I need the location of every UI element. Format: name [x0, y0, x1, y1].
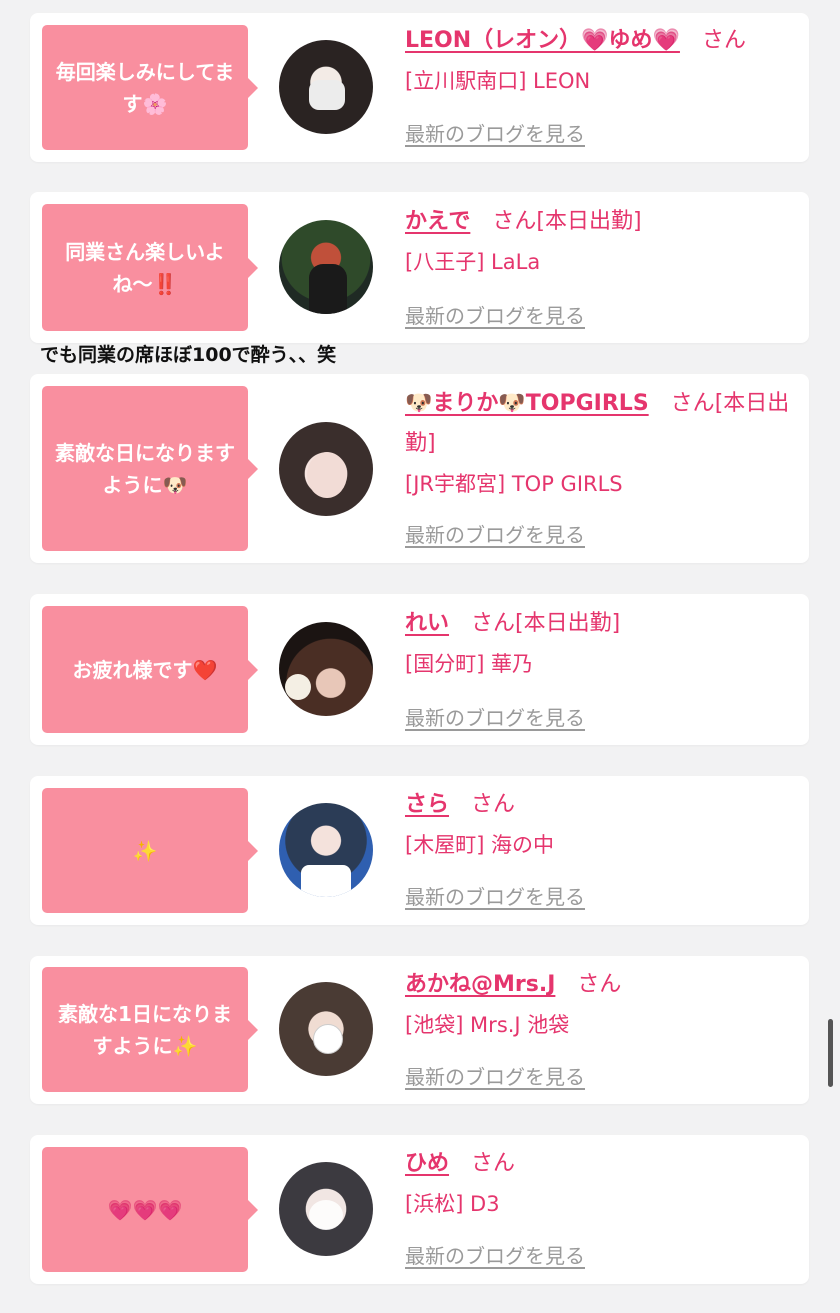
message-text: 💗💗💗 [107, 1197, 183, 1222]
avatar-flowers [285, 674, 311, 700]
entry-info: れい さん[本日出勤] [国分町] 華乃 最新のブログを見る [405, 604, 799, 739]
message-bubble: 同業さん楽しいよね〜‼️ [42, 204, 258, 331]
shop-label: [立川駅南口] LEON [405, 69, 591, 93]
message-card: 毎回楽しみにしてます🌸 LEON（レオン）💗ゆめ💗 さん [立川駅南口] LEON… [30, 13, 809, 162]
message-bubble: 毎回楽しみにしてます🌸 [42, 25, 258, 150]
latest-blog-link[interactable]: 最新のブログを見る [405, 1061, 585, 1090]
girl-name-link[interactable]: LEON（レオン）💗ゆめ💗 [405, 28, 680, 53]
latest-blog-link[interactable]: 最新のブログを見る [405, 519, 585, 548]
avatar-sticker [313, 1024, 343, 1054]
name-line: ひめ さん [405, 1144, 799, 1184]
avatar[interactable] [279, 422, 373, 516]
avatar[interactable] [279, 1162, 373, 1256]
entry-info: さら さん [木屋町] 海の中 最新のブログを見る [405, 785, 799, 920]
name-suffix: さん [701, 28, 746, 53]
avatar[interactable] [279, 40, 373, 134]
status-badge: [本日出勤] [515, 611, 621, 636]
name-line: れい さん[本日出勤] [405, 604, 799, 644]
message-bubble: 素敵な1日になりますように✨ [42, 967, 258, 1092]
name-suffix: さん [492, 209, 537, 234]
shop-label: [JR宇都宮] TOP GIRLS [405, 472, 623, 496]
name-suffix: さん [471, 1151, 516, 1176]
shop-label: [国分町] 華乃 [405, 652, 534, 676]
name-line: かえで さん[本日出勤] [405, 202, 799, 242]
entry-info: かえで さん[本日出勤] [八王子] LaLa 最新のブログを見る [405, 202, 799, 337]
avatar-figure [309, 264, 347, 314]
shop-label: [木屋町] 海の中 [405, 833, 555, 857]
entry-info: 🐶まりか🐶TOPGIRLS さん[本日出勤] [JR宇都宮] TOP GIRLS … [405, 384, 799, 554]
message-card: 素敵な1日になりますように✨ あかね@Mrs.J さん [池袋] Mrs.J 池袋… [30, 956, 809, 1104]
avatar[interactable] [279, 220, 373, 314]
message-bubble: 素敵な日になりますように🐶 [42, 386, 258, 551]
latest-blog-link[interactable]: 最新のブログを見る [405, 118, 585, 147]
shop-label: [池袋] Mrs.J 池袋 [405, 1013, 570, 1037]
message-card: お疲れ様です❤️ れい さん[本日出勤] [国分町] 華乃 最新のブログを見る [30, 594, 809, 745]
girl-name-link[interactable]: さら [405, 792, 449, 817]
girl-name-link[interactable]: 🐶まりか🐶TOPGIRLS [405, 391, 649, 416]
girl-name-link[interactable]: あかね@Mrs.J [405, 972, 555, 997]
message-card: 💗💗💗 ひめ さん [浜松] D3 最新のブログを見る [30, 1135, 809, 1284]
girl-name-link[interactable]: かえで [405, 209, 470, 234]
avatar[interactable] [279, 622, 373, 716]
avatar[interactable] [279, 803, 373, 897]
avatar-collar [301, 865, 351, 897]
girl-name-link[interactable]: ひめ [405, 1151, 449, 1176]
latest-blog-link[interactable]: 最新のブログを見る [405, 702, 585, 731]
entry-info: ひめ さん [浜松] D3 最新のブログを見る [405, 1144, 799, 1279]
girl-name-link[interactable]: れい [405, 611, 449, 636]
shop-label: [八王子] LaLa [405, 250, 541, 274]
name-line: あかね@Mrs.J さん [405, 965, 799, 1005]
message-bubble: お疲れ様です❤️ [42, 606, 258, 733]
message-text: 素敵な日になりますように🐶 [55, 440, 235, 497]
entry-info: LEON（レオン）💗ゆめ💗 さん [立川駅南口] LEON 最新のブログを見る [405, 21, 799, 156]
message-bubble: ✨ [42, 788, 258, 913]
latest-blog-link[interactable]: 最新のブログを見る [405, 881, 585, 910]
latest-blog-link[interactable]: 最新のブログを見る [405, 300, 585, 329]
avatar-face [307, 452, 347, 498]
name-line: LEON（レオン）💗ゆめ💗 さん [405, 21, 799, 61]
entry-info: あかね@Mrs.J さん [池袋] Mrs.J 池袋 最新のブログを見る [405, 965, 799, 1100]
shop-label: [浜松] D3 [405, 1192, 500, 1216]
message-card: ✨ さら さん [木屋町] 海の中 最新のブログを見る [30, 776, 809, 925]
name-line: さら さん [405, 785, 799, 825]
overlay-note: でも同業の席ほぼ100で酔う、、笑 [40, 344, 337, 366]
message-text: 同業さん楽しいよね〜‼️ [65, 239, 225, 296]
avatar[interactable] [279, 982, 373, 1076]
status-badge: [本日出勤] [536, 209, 642, 234]
message-text: ✨ [132, 838, 158, 863]
name-line: 🐶まりか🐶TOPGIRLS さん[本日出勤] [405, 384, 799, 464]
message-card: 素敵な日になりますように🐶 🐶まりか🐶TOPGIRLS さん[本日出勤] [JR宇… [30, 374, 809, 563]
scrollbar[interactable] [828, 1019, 833, 1087]
message-text: 素敵な1日になりますように✨ [58, 1001, 232, 1058]
avatar-mask [309, 80, 345, 110]
name-suffix: さん [670, 391, 715, 416]
message-text: お疲れ様です❤️ [72, 657, 218, 682]
message-text: 毎回楽しみにしてます🌸 [55, 59, 235, 116]
avatar-glow [309, 1200, 343, 1230]
latest-blog-link[interactable]: 最新のブログを見る [405, 1240, 585, 1269]
message-card: 同業さん楽しいよね〜‼️ かえで さん[本日出勤] [八王子] LaLa 最新のブ… [30, 192, 809, 343]
name-suffix: さん [471, 611, 516, 636]
message-bubble: 💗💗💗 [42, 1147, 258, 1272]
name-suffix: さん [471, 792, 516, 817]
name-suffix: さん [577, 972, 622, 997]
